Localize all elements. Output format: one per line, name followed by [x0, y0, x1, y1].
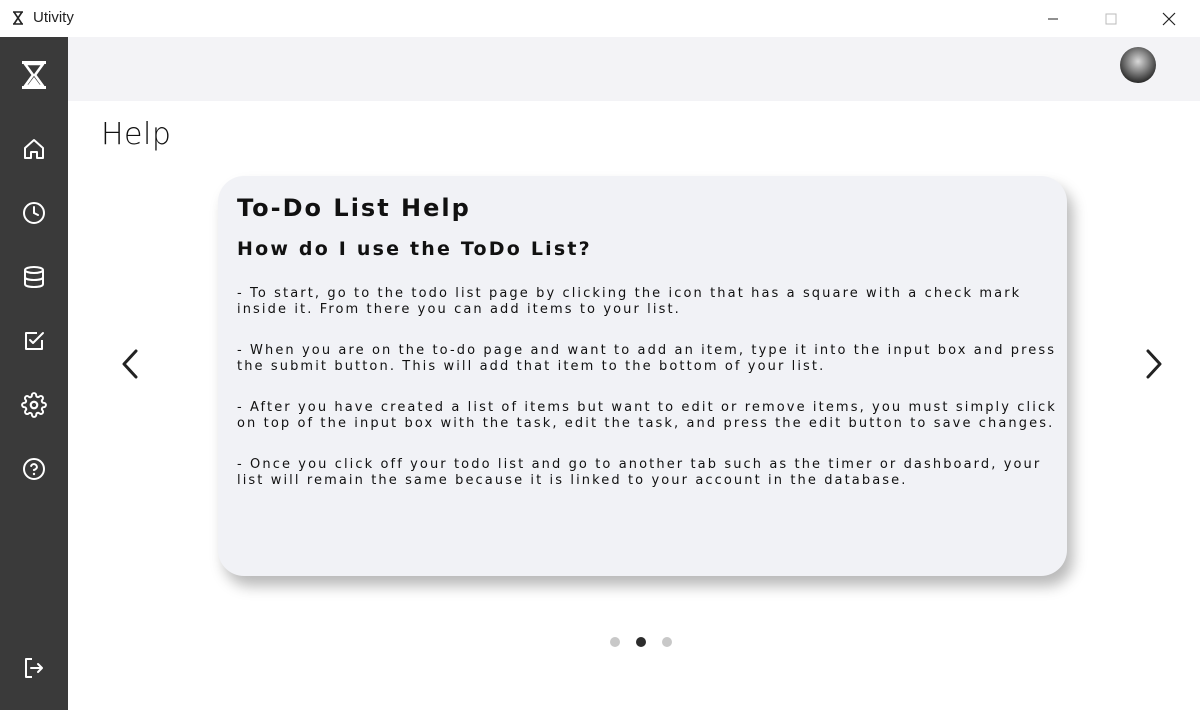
- close-icon: [1162, 12, 1176, 25]
- top-header: [68, 37, 1200, 101]
- hourglass-app-icon: [13, 11, 23, 25]
- help-paragraph: - When you are on the to-do page and wan…: [237, 343, 1057, 374]
- sidebar-item-todo[interactable]: [0, 317, 68, 365]
- home-icon: [24, 139, 44, 159]
- title-bar: Utivity: [0, 0, 1200, 37]
- database-icon: [24, 266, 44, 289]
- card-title: To-Do List Help: [237, 194, 471, 222]
- close-button[interactable]: [1146, 0, 1192, 37]
- page-title: Help: [101, 117, 172, 152]
- hourglass-logo-icon: [22, 61, 46, 89]
- sidebar: [0, 37, 68, 710]
- chevron-right-icon: [1146, 349, 1162, 379]
- maximize-icon: [1105, 13, 1117, 24]
- card-subtitle: How do I use the ToDo List?: [237, 238, 592, 260]
- clock-icon: [23, 202, 45, 224]
- carousel-dot-1[interactable]: [610, 637, 620, 647]
- help-paragraph: - Once you click off your todo list and …: [237, 457, 1042, 488]
- carousel-dot-2[interactable]: [636, 637, 646, 647]
- sidebar-item-timer[interactable]: [0, 189, 68, 237]
- maximize-button[interactable]: [1088, 0, 1134, 37]
- minimize-icon: [1048, 18, 1058, 19]
- card-body: - To start, go to the todo list page by …: [237, 286, 1055, 489]
- checkbox-icon: [25, 332, 44, 350]
- carousel-dot-3[interactable]: [662, 637, 672, 647]
- chevron-left-icon: [122, 349, 138, 379]
- sidebar-logo[interactable]: [0, 51, 68, 99]
- window-title: Utivity: [33, 9, 74, 26]
- carousel-indicators: [610, 637, 672, 647]
- sidebar-item-home[interactable]: [0, 125, 68, 173]
- carousel-prev-button[interactable]: [110, 340, 150, 388]
- help-paragraph: - To start, go to the todo list page by …: [237, 286, 1022, 317]
- user-avatar[interactable]: [1120, 47, 1156, 83]
- help-circle-icon: [23, 458, 45, 480]
- carousel-next-button[interactable]: [1134, 340, 1174, 388]
- sidebar-item-help[interactable]: [0, 445, 68, 493]
- help-card: To-Do List Help How do I use the ToDo Li…: [218, 176, 1067, 576]
- gear-icon: [21, 392, 47, 418]
- sidebar-item-settings[interactable]: [0, 381, 68, 429]
- logout-icon: [25, 658, 43, 678]
- help-paragraph: - After you have created a list of items…: [237, 400, 1057, 431]
- minimize-button[interactable]: [1030, 0, 1076, 37]
- sidebar-item-database[interactable]: [0, 253, 68, 301]
- sidebar-item-logout[interactable]: [0, 644, 68, 692]
